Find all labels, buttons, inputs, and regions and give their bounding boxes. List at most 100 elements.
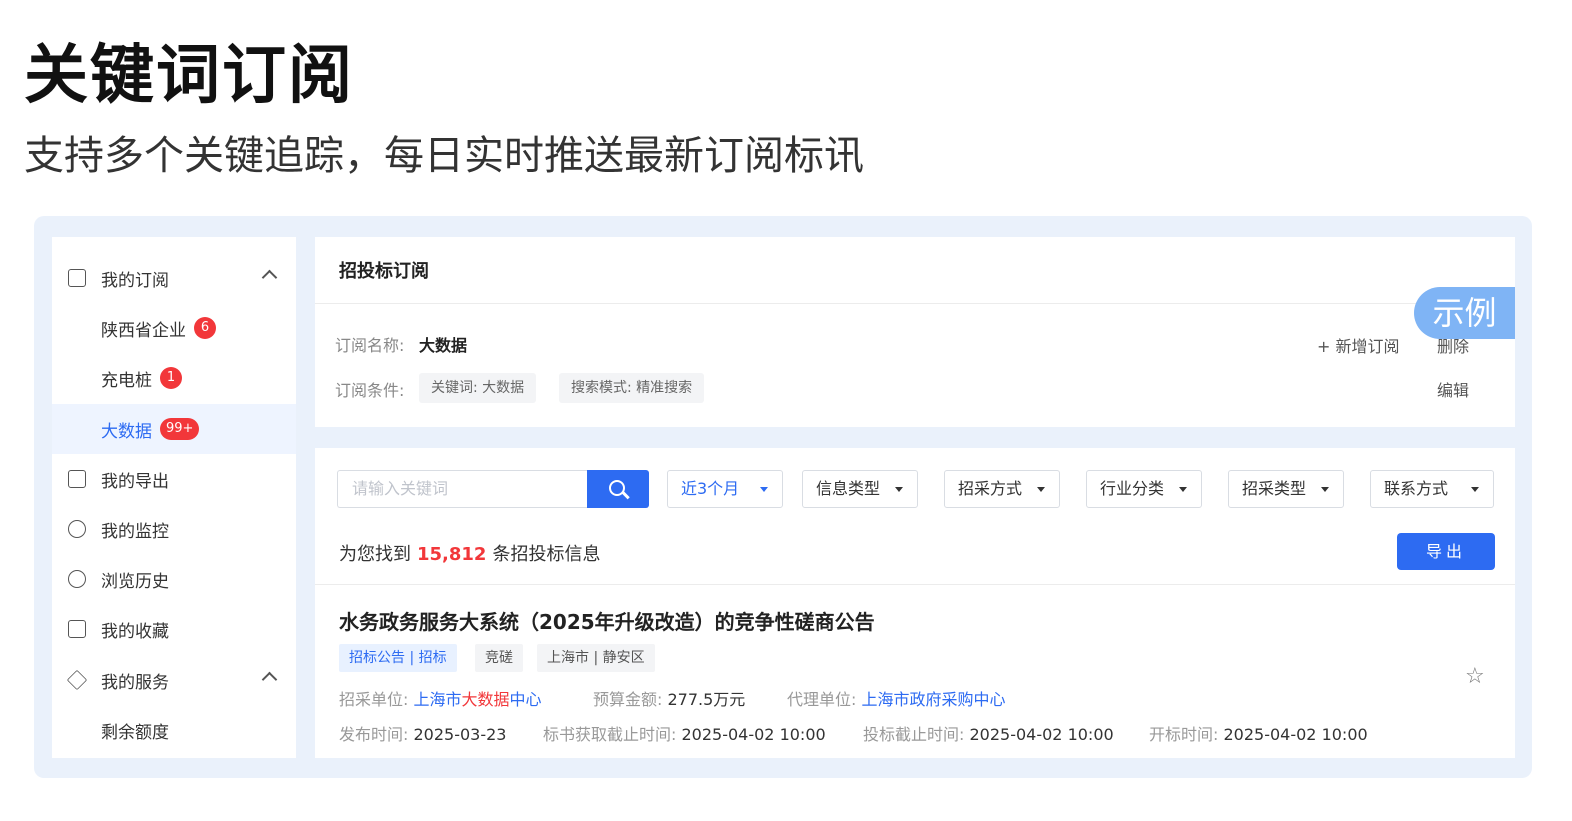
dropdown-label: 信息类型 [816,479,881,498]
meta-value: 2025-04-02 10:00 [681,725,826,744]
filter-industry-dropdown[interactable]: 行业分类 [1086,470,1202,508]
history-icon [68,570,86,588]
sidebar-subitem-big-data[interactable]: 大数据 99+ [52,404,296,454]
sidebar-item-label: 我的监控 [101,521,169,542]
meta-label: 标书获取截止时间: [543,725,677,744]
card-title: 招投标订阅 [339,261,429,282]
condition-chip: 搜索模式: 精准搜索 [559,373,705,403]
meta-value: 2025-04-02 10:00 [969,725,1114,744]
subscription-name-value: 大数据 [419,336,468,355]
caret-down-icon [1321,487,1329,492]
result-tag: 竞磋 [475,644,523,672]
sidebar-item-my-monitor[interactable]: 我的监控 [52,504,296,554]
sidebar-item-label: 我的服务 [101,672,169,693]
sidebar-subitem-shaanxi[interactable]: 陕西省企业 6 [52,303,296,353]
filter-info-type-dropdown[interactable]: 信息类型 [802,470,918,508]
caret-down-icon [1471,487,1479,492]
result-count-number: 15,812 [417,544,487,565]
sidebar-subitem-remaining[interactable]: 剩余额度 [52,705,296,755]
result-count: 为您找到 15,812 条招投标信息 [339,540,600,566]
sidebar-subitem-label: 剩余额度 [101,722,169,743]
sidebar-item-label: 我的订阅 [101,270,169,291]
buyer-text: 上海市 [413,690,462,709]
buyer-link[interactable]: 上海市大数据中心 [414,690,542,709]
count-badge: 99+ [160,418,200,440]
export-icon [68,470,86,488]
meta-value: 2025-03-23 [413,725,507,744]
sidebar-item-my-export[interactable]: 我的导出 [52,454,296,504]
subscription-name-label: 订阅名称: [335,336,405,355]
dropdown-label: 行业分类 [1100,479,1165,498]
search-icon-handle [622,491,630,500]
sidebar-item-favorites[interactable]: 我的收藏 [52,604,296,654]
result-count-suffix: 条招投标信息 [492,544,601,565]
count-badge: 1 [160,367,182,389]
sidebar-subitem-charging-pile[interactable]: 充电桩 1 [52,353,296,403]
meta-label: 投标截止时间: [863,725,965,744]
results-card: 请输入关键词 近3个月 信息类型 招采方式 行业分类 招采类型 联系方式 为您找… [315,448,1515,758]
filter-procurement-type-dropdown[interactable]: 招采类型 [1228,470,1344,508]
divider [315,303,1515,304]
result-publish-time: 发布时间: 2025-03-23 [339,721,506,745]
sidebar-item-history[interactable]: 浏览历史 [52,554,296,604]
result-tag: 招标公告 | 招标 [339,644,457,672]
meta-label: 开标时间: [1149,725,1219,744]
chevron-up-icon[interactable] [261,269,278,286]
add-subscription-button[interactable]: + 新增订阅 [1317,333,1400,357]
subscription-icon [68,269,86,287]
result-bid-deadline: 投标截止时间: 2025-04-02 10:00 [863,721,1114,745]
page-title: 关键词订阅 [24,39,354,113]
edit-button[interactable]: 编辑 [1437,377,1469,401]
result-tag: 上海市 | 静安区 [537,644,655,672]
export-button[interactable]: 导出 [1397,533,1495,570]
result-count-prefix: 为您找到 [339,544,411,565]
meta-value: 2025-04-02 10:00 [1223,725,1368,744]
page-subtitle: 支持多个关键追踪，每日实时推送最新订阅标讯 [24,133,864,179]
subscription-card: 招投标订阅 订阅名称: 大数据 订阅条件: 关键词: 大数据 搜索模式: 精准搜… [315,237,1515,427]
result-budget: 预算金额: 277.5万元 [593,686,745,710]
search-button[interactable] [587,470,649,508]
subscription-cond-label: 订阅条件: [335,381,405,400]
result-doc-deadline: 标书获取截止时间: 2025-04-02 10:00 [543,721,826,745]
search-input[interactable]: 请输入关键词 [337,470,587,508]
sidebar-item-label: 浏览历史 [101,571,169,592]
star-icon[interactable]: ☆ [1465,664,1485,689]
sidebar-subitem-label: 大数据 [101,421,152,442]
caret-down-icon [895,487,903,492]
divider [315,584,1515,585]
filter-procurement-method-dropdown[interactable]: 招采方式 [944,470,1060,508]
sidebar-item-my-subscription[interactable]: 我的订阅 [52,253,296,303]
condition-chip: 关键词: 大数据 [419,373,537,403]
count-badge: 6 [194,317,216,339]
meta-value: 277.5万元 [667,690,746,709]
agent-link[interactable]: 上海市政府采购中心 [862,690,1006,709]
caret-down-icon [1179,487,1187,492]
caret-down-icon [760,487,768,492]
result-title-link[interactable]: 水务政务服务大系统（2025年升级改造）的竞争性磋商公告 [339,606,875,635]
monitor-icon [68,520,86,538]
sidebar-item-my-services[interactable]: 我的服务 [52,655,296,705]
sidebar-subitem-label: 充电桩 [101,370,152,391]
sidebar-item-label: 我的导出 [101,471,169,492]
sidebar-subitem-label: 陕西省企业 [101,320,186,341]
dropdown-label: 招采类型 [1242,479,1307,498]
caret-down-icon [1037,487,1045,492]
meta-label: 发布时间: [339,725,409,744]
buyer-highlight: 大数据 [461,690,510,709]
dropdown-label: 招采方式 [958,479,1023,498]
result-open-time: 开标时间: 2025-04-02 10:00 [1149,721,1368,745]
filter-time-dropdown[interactable]: 近3个月 [667,470,783,508]
meta-label: 招采单位: [339,690,409,709]
meta-label: 代理单位: [787,690,857,709]
services-icon [66,669,88,691]
result-agent: 代理单位: 上海市政府采购中心 [787,686,1006,710]
meta-label: 预算金额: [593,690,663,709]
result-buyer: 招采单位: 上海市大数据中心 [339,686,542,710]
dropdown-label: 联系方式 [1384,479,1449,498]
filter-contact-dropdown[interactable]: 联系方式 [1370,470,1494,508]
favorites-icon [68,620,86,638]
chevron-up-icon[interactable] [261,671,278,688]
buyer-text: 中心 [509,690,542,709]
dropdown-label: 近3个月 [681,479,740,498]
sidebar-item-label: 我的收藏 [101,621,169,642]
